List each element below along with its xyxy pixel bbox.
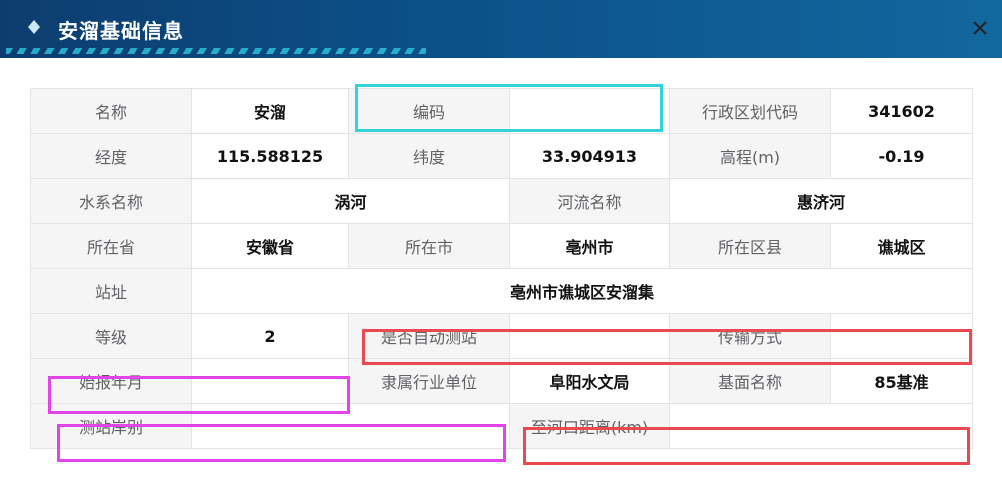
name-value: 安溜 [191,88,349,134]
estuary-distance-label: 至河口距离(km) [509,403,670,449]
code-value [509,88,670,134]
table-row: 等级 2 是否自动测站 传输方式 [30,313,973,359]
affiliation-value: 阜阳水文局 [509,358,670,404]
water-system-value: 涡河 [191,178,510,224]
province-label: 所在省 [30,223,192,269]
address-value: 亳州市谯城区安溜集 [191,268,973,314]
dialog-header: 安溜基础信息 [0,0,1002,58]
table-row: 水系名称 涡河 河流名称 惠济河 [30,178,973,224]
table-row: 所在省 安徽省 所在市 亳州市 所在区县 谯城区 [30,223,973,269]
dialog-title: 安溜基础信息 [58,19,184,43]
auto-station-value [509,313,670,359]
elevation-label: 高程(m) [669,133,831,179]
table-row: 站址 亳州市谯城区安溜集 [30,268,973,314]
header-accent-stripe [6,48,426,54]
close-button[interactable] [966,14,994,42]
province-value: 安徽省 [191,223,349,269]
code-label: 编码 [348,88,510,134]
start-report-value [191,358,349,404]
start-report-label: 始报年月 [30,358,192,404]
admin-code-label: 行政区划代码 [669,88,831,134]
table-row: 测站岸别 至河口距离(km) [30,403,973,449]
river-name-value: 惠济河 [669,178,973,224]
latitude-value: 33.904913 [509,133,670,179]
auto-station-label: 是否自动测站 [348,313,510,359]
table-row: 名称 安溜 编码 行政区划代码 341602 [30,88,973,134]
table-row: 始报年月 隶属行业单位 阜阳水文局 基面名称 85基准 [30,358,973,404]
bank-side-label: 测站岸别 [30,403,192,449]
transmission-label: 传输方式 [669,313,831,359]
elevation-value: -0.19 [830,133,973,179]
table-row: 经度 115.588125 纬度 33.904913 高程(m) -0.19 [30,133,973,179]
grade-value: 2 [191,313,349,359]
datum-value: 85基准 [830,358,973,404]
address-label: 站址 [30,268,192,314]
city-value: 亳州市 [509,223,670,269]
district-label: 所在区县 [669,223,831,269]
transmission-value [830,313,973,359]
bank-side-value [191,403,510,449]
station-info-dialog: 安溜基础信息 名称 安溜 编码 行政区划代码 341602 经度 115.588… [0,0,1002,497]
title-diamond-icon [28,20,40,34]
city-label: 所在市 [348,223,510,269]
longitude-value: 115.588125 [191,133,349,179]
datum-label: 基面名称 [669,358,831,404]
district-value: 谯城区 [830,223,973,269]
longitude-label: 经度 [30,133,192,179]
estuary-distance-value [669,403,973,449]
river-name-label: 河流名称 [509,178,670,224]
water-system-label: 水系名称 [30,178,192,224]
affiliation-label: 隶属行业单位 [348,358,510,404]
admin-code-value: 341602 [830,88,973,134]
station-info-table: 名称 安溜 编码 行政区划代码 341602 经度 115.588125 纬度 … [30,88,973,449]
close-icon[interactable] [972,20,988,36]
grade-label: 等级 [30,313,192,359]
latitude-label: 纬度 [348,133,510,179]
name-label: 名称 [30,88,192,134]
